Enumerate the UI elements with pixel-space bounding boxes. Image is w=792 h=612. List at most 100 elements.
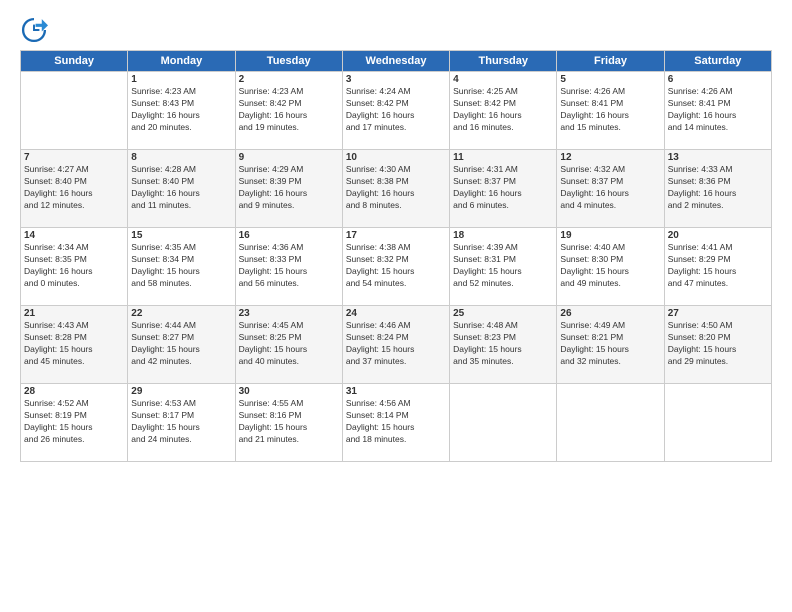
calendar-cell: 15Sunrise: 4:35 AM Sunset: 8:34 PM Dayli…: [128, 228, 235, 306]
page: SundayMondayTuesdayWednesdayThursdayFrid…: [0, 0, 792, 612]
calendar-cell: [450, 384, 557, 462]
calendar-cell: 23Sunrise: 4:45 AM Sunset: 8:25 PM Dayli…: [235, 306, 342, 384]
day-number: 9: [239, 152, 339, 163]
cell-content: Sunrise: 4:44 AM Sunset: 8:27 PM Dayligh…: [131, 320, 231, 368]
cell-content: Sunrise: 4:55 AM Sunset: 8:16 PM Dayligh…: [239, 398, 339, 446]
calendar-cell: 14Sunrise: 4:34 AM Sunset: 8:35 PM Dayli…: [21, 228, 128, 306]
calendar-cell: 8Sunrise: 4:28 AM Sunset: 8:40 PM Daylig…: [128, 150, 235, 228]
calendar-cell: 18Sunrise: 4:39 AM Sunset: 8:31 PM Dayli…: [450, 228, 557, 306]
calendar-cell: 5Sunrise: 4:26 AM Sunset: 8:41 PM Daylig…: [557, 72, 664, 150]
day-number: 16: [239, 230, 339, 241]
day-number: 11: [453, 152, 553, 163]
cell-content: Sunrise: 4:40 AM Sunset: 8:30 PM Dayligh…: [560, 242, 660, 290]
calendar-cell: 12Sunrise: 4:32 AM Sunset: 8:37 PM Dayli…: [557, 150, 664, 228]
calendar-cell: 24Sunrise: 4:46 AM Sunset: 8:24 PM Dayli…: [342, 306, 449, 384]
week-row-3: 14Sunrise: 4:34 AM Sunset: 8:35 PM Dayli…: [21, 228, 772, 306]
calendar-cell: 25Sunrise: 4:48 AM Sunset: 8:23 PM Dayli…: [450, 306, 557, 384]
calendar-cell: [664, 384, 771, 462]
day-number: 24: [346, 308, 446, 319]
day-number: 31: [346, 386, 446, 397]
week-row-1: 1Sunrise: 4:23 AM Sunset: 8:43 PM Daylig…: [21, 72, 772, 150]
cell-content: Sunrise: 4:30 AM Sunset: 8:38 PM Dayligh…: [346, 164, 446, 212]
day-header-thursday: Thursday: [450, 51, 557, 72]
calendar-cell: 22Sunrise: 4:44 AM Sunset: 8:27 PM Dayli…: [128, 306, 235, 384]
calendar-cell: 4Sunrise: 4:25 AM Sunset: 8:42 PM Daylig…: [450, 72, 557, 150]
cell-content: Sunrise: 4:23 AM Sunset: 8:43 PM Dayligh…: [131, 86, 231, 134]
day-number: 3: [346, 74, 446, 85]
day-number: 14: [24, 230, 124, 241]
cell-content: Sunrise: 4:33 AM Sunset: 8:36 PM Dayligh…: [668, 164, 768, 212]
cell-content: Sunrise: 4:31 AM Sunset: 8:37 PM Dayligh…: [453, 164, 553, 212]
calendar-cell: 3Sunrise: 4:24 AM Sunset: 8:42 PM Daylig…: [342, 72, 449, 150]
cell-content: Sunrise: 4:38 AM Sunset: 8:32 PM Dayligh…: [346, 242, 446, 290]
day-number: 21: [24, 308, 124, 319]
day-header-saturday: Saturday: [664, 51, 771, 72]
week-row-2: 7Sunrise: 4:27 AM Sunset: 8:40 PM Daylig…: [21, 150, 772, 228]
day-number: 27: [668, 308, 768, 319]
logo-icon: [20, 16, 48, 44]
cell-content: Sunrise: 4:28 AM Sunset: 8:40 PM Dayligh…: [131, 164, 231, 212]
calendar-cell: [557, 384, 664, 462]
calendar-cell: 11Sunrise: 4:31 AM Sunset: 8:37 PM Dayli…: [450, 150, 557, 228]
day-header-tuesday: Tuesday: [235, 51, 342, 72]
calendar-table: SundayMondayTuesdayWednesdayThursdayFrid…: [20, 50, 772, 462]
cell-content: Sunrise: 4:50 AM Sunset: 8:20 PM Dayligh…: [668, 320, 768, 368]
day-number: 17: [346, 230, 446, 241]
day-number: 5: [560, 74, 660, 85]
calendar-cell: 27Sunrise: 4:50 AM Sunset: 8:20 PM Dayli…: [664, 306, 771, 384]
header: [20, 16, 772, 44]
cell-content: Sunrise: 4:48 AM Sunset: 8:23 PM Dayligh…: [453, 320, 553, 368]
day-number: 23: [239, 308, 339, 319]
cell-content: Sunrise: 4:29 AM Sunset: 8:39 PM Dayligh…: [239, 164, 339, 212]
cell-content: Sunrise: 4:23 AM Sunset: 8:42 PM Dayligh…: [239, 86, 339, 134]
calendar-cell: 28Sunrise: 4:52 AM Sunset: 8:19 PM Dayli…: [21, 384, 128, 462]
cell-content: Sunrise: 4:26 AM Sunset: 8:41 PM Dayligh…: [560, 86, 660, 134]
cell-content: Sunrise: 4:35 AM Sunset: 8:34 PM Dayligh…: [131, 242, 231, 290]
cell-content: Sunrise: 4:34 AM Sunset: 8:35 PM Dayligh…: [24, 242, 124, 290]
cell-content: Sunrise: 4:36 AM Sunset: 8:33 PM Dayligh…: [239, 242, 339, 290]
day-number: 13: [668, 152, 768, 163]
day-number: 30: [239, 386, 339, 397]
calendar-cell: [21, 72, 128, 150]
calendar-cell: 26Sunrise: 4:49 AM Sunset: 8:21 PM Dayli…: [557, 306, 664, 384]
calendar-cell: 9Sunrise: 4:29 AM Sunset: 8:39 PM Daylig…: [235, 150, 342, 228]
calendar-cell: 2Sunrise: 4:23 AM Sunset: 8:42 PM Daylig…: [235, 72, 342, 150]
day-number: 8: [131, 152, 231, 163]
day-number: 28: [24, 386, 124, 397]
day-number: 19: [560, 230, 660, 241]
day-number: 12: [560, 152, 660, 163]
week-row-4: 21Sunrise: 4:43 AM Sunset: 8:28 PM Dayli…: [21, 306, 772, 384]
cell-content: Sunrise: 4:39 AM Sunset: 8:31 PM Dayligh…: [453, 242, 553, 290]
day-number: 10: [346, 152, 446, 163]
day-number: 26: [560, 308, 660, 319]
week-row-5: 28Sunrise: 4:52 AM Sunset: 8:19 PM Dayli…: [21, 384, 772, 462]
cell-content: Sunrise: 4:49 AM Sunset: 8:21 PM Dayligh…: [560, 320, 660, 368]
cell-content: Sunrise: 4:56 AM Sunset: 8:14 PM Dayligh…: [346, 398, 446, 446]
calendar-cell: 21Sunrise: 4:43 AM Sunset: 8:28 PM Dayli…: [21, 306, 128, 384]
calendar-cell: 31Sunrise: 4:56 AM Sunset: 8:14 PM Dayli…: [342, 384, 449, 462]
calendar-cell: 10Sunrise: 4:30 AM Sunset: 8:38 PM Dayli…: [342, 150, 449, 228]
day-header-monday: Monday: [128, 51, 235, 72]
calendar-cell: 17Sunrise: 4:38 AM Sunset: 8:32 PM Dayli…: [342, 228, 449, 306]
cell-content: Sunrise: 4:53 AM Sunset: 8:17 PM Dayligh…: [131, 398, 231, 446]
day-number: 6: [668, 74, 768, 85]
cell-content: Sunrise: 4:46 AM Sunset: 8:24 PM Dayligh…: [346, 320, 446, 368]
cell-content: Sunrise: 4:41 AM Sunset: 8:29 PM Dayligh…: [668, 242, 768, 290]
calendar-cell: 30Sunrise: 4:55 AM Sunset: 8:16 PM Dayli…: [235, 384, 342, 462]
day-number: 4: [453, 74, 553, 85]
calendar-cell: 6Sunrise: 4:26 AM Sunset: 8:41 PM Daylig…: [664, 72, 771, 150]
calendar-cell: 7Sunrise: 4:27 AM Sunset: 8:40 PM Daylig…: [21, 150, 128, 228]
day-number: 15: [131, 230, 231, 241]
day-number: 25: [453, 308, 553, 319]
calendar-cell: 1Sunrise: 4:23 AM Sunset: 8:43 PM Daylig…: [128, 72, 235, 150]
day-number: 29: [131, 386, 231, 397]
day-number: 1: [131, 74, 231, 85]
logo: [20, 16, 52, 44]
cell-content: Sunrise: 4:27 AM Sunset: 8:40 PM Dayligh…: [24, 164, 124, 212]
cell-content: Sunrise: 4:32 AM Sunset: 8:37 PM Dayligh…: [560, 164, 660, 212]
day-number: 22: [131, 308, 231, 319]
day-number: 2: [239, 74, 339, 85]
cell-content: Sunrise: 4:45 AM Sunset: 8:25 PM Dayligh…: [239, 320, 339, 368]
day-header-friday: Friday: [557, 51, 664, 72]
day-header-sunday: Sunday: [21, 51, 128, 72]
